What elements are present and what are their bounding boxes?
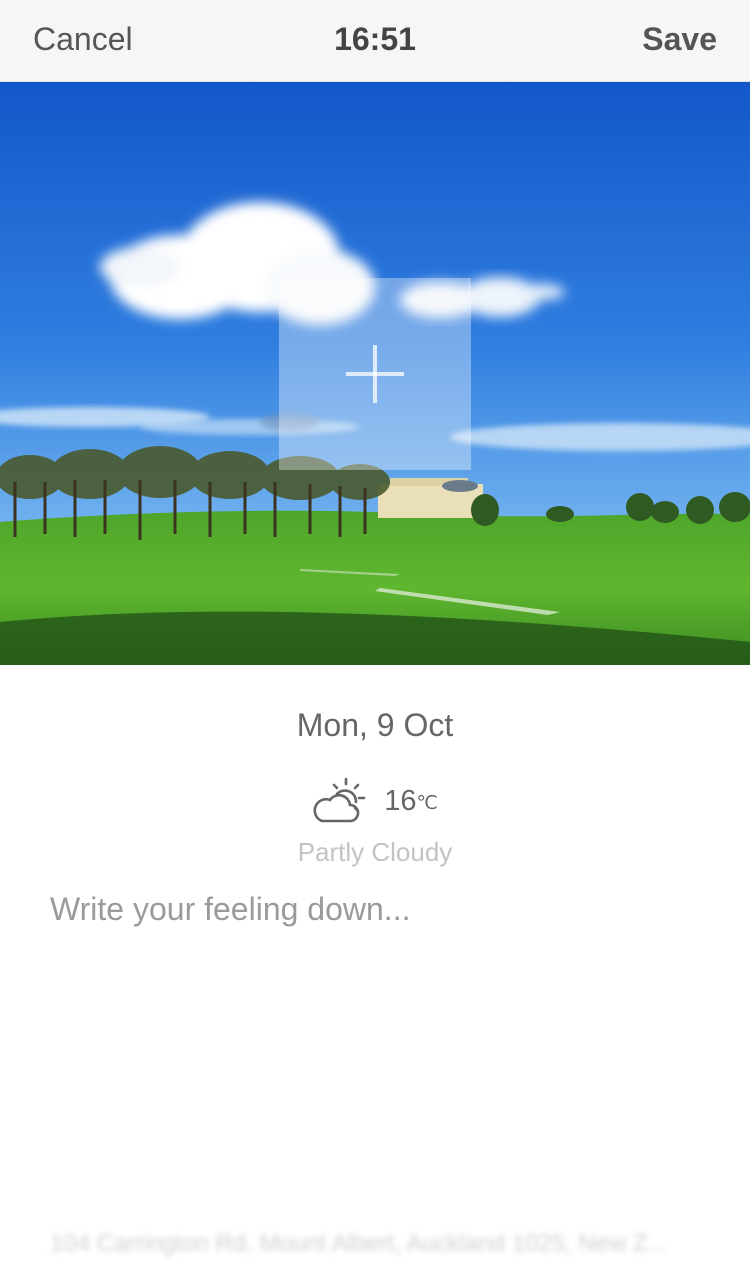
plus-icon	[346, 345, 404, 403]
location-label[interactable]: 104 Carrington Rd, Mount Albert, Aucklan…	[50, 1228, 700, 1260]
add-photo-button[interactable]	[279, 278, 471, 470]
navigation-bar: Cancel 16:51 Save	[0, 0, 750, 82]
weather-condition: Partly Cloudy	[297, 837, 453, 867]
feeling-input[interactable]	[50, 885, 700, 1205]
cancel-button[interactable]: Cancel	[33, 20, 133, 58]
weather-row: 16 ℃	[0, 776, 750, 826]
temperature: 16	[384, 784, 417, 817]
partly-cloudy-icon	[313, 777, 366, 823]
cover-photo	[0, 82, 750, 665]
save-button[interactable]: Save	[642, 20, 717, 58]
entry-date: Mon, 9 Oct	[296, 707, 454, 743]
temperature-unit: ℃	[416, 792, 438, 814]
